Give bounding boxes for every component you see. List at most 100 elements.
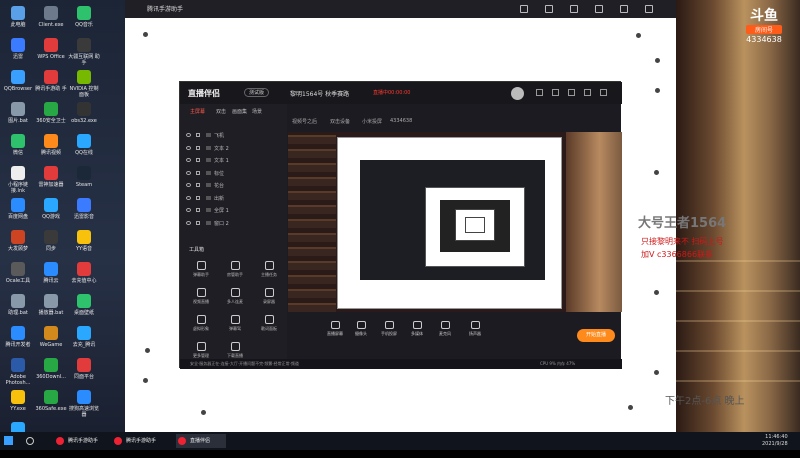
lock-icon[interactable] (196, 170, 200, 175)
app-icon (77, 262, 91, 276)
fullscreen-icon[interactable] (570, 5, 578, 13)
phone-cast-button[interactable]: 手机投屏 (376, 319, 402, 343)
desktop-icon[interactable]: 360Safe.exe (35, 388, 67, 426)
app-icon (44, 230, 58, 244)
desktop-icon[interactable]: 搜狗高速浏览器 (68, 388, 100, 426)
tool-button[interactable]: 录屏器 (254, 286, 284, 310)
version-badge: 测试版 (244, 88, 270, 97)
lock-icon[interactable] (196, 183, 200, 187)
window-title: 腾讯手游助手 (147, 6, 184, 13)
taskbar-item[interactable]: 直播伴侣 (176, 434, 226, 448)
status-bar: 安全·服务器正在·连接·大厅·开播问题不完·频繁·经常正常·频道 CPU 9% … (180, 359, 622, 369)
taskbar-item[interactable]: 腾讯手游助手 (112, 434, 168, 448)
dot (654, 370, 659, 375)
source-row[interactable]: 花台 (184, 180, 280, 191)
app-icon (44, 358, 58, 372)
close-icon[interactable] (645, 5, 653, 13)
eye-icon[interactable] (186, 208, 191, 212)
overlay-line1: 只接黎明来不 扫码上号 (641, 237, 724, 246)
eye-icon[interactable] (186, 158, 191, 162)
app-icon (11, 166, 25, 180)
eye-icon[interactable] (186, 195, 191, 200)
tool-button[interactable]: 主播任务 (254, 259, 284, 283)
dot (201, 410, 206, 415)
app-icon (44, 102, 58, 116)
tool-button[interactable]: 房管助手 (220, 259, 250, 283)
tool-icon (196, 315, 206, 324)
eye-icon[interactable] (186, 145, 191, 150)
app-icon (77, 38, 91, 52)
app-icon (77, 166, 91, 180)
app-icon (11, 390, 25, 404)
taskbar: 腾讯手游助手 腾讯手游助手 直播伴侣 11:46:40 2021/9/28 (0, 432, 800, 450)
tool-button[interactable]: 视频直播 (186, 286, 216, 310)
camera-icon (356, 321, 366, 329)
close-icon[interactable] (600, 89, 607, 96)
source-row[interactable]: 文本 1 (184, 155, 280, 166)
tool-button[interactable]: 多人连麦 (220, 286, 250, 310)
eye-icon[interactable] (186, 170, 191, 175)
tool-button[interactable]: 虚拟形象 (186, 313, 216, 337)
app-icon (44, 6, 58, 20)
lock-icon[interactable] (196, 158, 200, 162)
app-icon (44, 166, 58, 180)
eye-icon[interactable] (186, 183, 191, 187)
start-live-button[interactable]: 开始直播 (577, 329, 615, 342)
lock-icon[interactable] (196, 145, 200, 150)
tool-button[interactable]: 弹幕助手 (186, 259, 216, 283)
back-icon[interactable] (545, 5, 553, 13)
tab-scene[interactable]: 场景 (252, 108, 262, 115)
speaker-button[interactable]: 扬声器 (462, 319, 488, 343)
tool-icon (196, 261, 206, 270)
eye-icon[interactable] (186, 133, 191, 137)
source-row[interactable]: 窗口 2 (184, 218, 280, 229)
menu-icon[interactable] (568, 89, 575, 96)
lock-icon[interactable] (196, 208, 200, 212)
screen-button[interactable]: 直播屏幕 (322, 319, 348, 343)
tab-main[interactable]: 主屏幕 (190, 108, 205, 115)
tool-icon (196, 342, 206, 351)
app-icon (77, 358, 91, 372)
phone-icon (384, 321, 394, 329)
lock-icon[interactable] (196, 220, 200, 225)
source-row[interactable]: 飞机 (184, 130, 280, 141)
mic-button[interactable]: 麦克风 (432, 319, 458, 343)
taskbar-item[interactable]: 腾讯手游助手 (54, 434, 106, 448)
desktop: 此电脑 Client.exe QQ音乐 迅雷 WPS Office 大疆互联网 助手 QQB… (0, 0, 125, 444)
settings-icon[interactable] (595, 5, 603, 13)
app-icon (11, 6, 25, 20)
tool-button[interactable]: 歌词面板 (254, 313, 284, 337)
app-icon (77, 134, 91, 148)
app-icon (44, 326, 58, 340)
app-logo: 直播伴侣 (188, 89, 220, 98)
media-button[interactable]: 多媒体 (404, 319, 430, 343)
tool-icon (230, 315, 240, 324)
mail-icon[interactable] (552, 89, 559, 96)
gift-icon[interactable] (536, 89, 543, 96)
source-row[interactable]: 全屏 1 (184, 205, 280, 216)
app-icon (44, 134, 58, 148)
minimize-icon[interactable] (620, 5, 628, 13)
tab-scenes[interactable]: 画面集 (232, 108, 247, 115)
tool-button[interactable]: 弹幕驾 (220, 313, 250, 337)
camera-button[interactable]: 摄像头 (348, 319, 374, 343)
minimize-icon[interactable] (584, 89, 591, 96)
eye-icon[interactable] (186, 220, 191, 225)
app-icon (11, 294, 25, 308)
source-row[interactable]: 出新 (184, 193, 280, 204)
windows-start-icon[interactable] (4, 436, 13, 445)
control-bar: 直播屏幕 摄像头 手机投屏 多媒体 麦克风 扬声器 (288, 319, 622, 349)
source-icon (206, 145, 211, 150)
source-icon (206, 220, 211, 225)
search-icon[interactable] (26, 437, 34, 445)
avatar[interactable] (511, 87, 524, 100)
source-row[interactable]: 文本 2 (184, 143, 280, 154)
source-icon (206, 183, 211, 187)
system-clock: 11:46:40 2021/9/28 (762, 434, 788, 447)
menu-icon[interactable] (520, 5, 528, 13)
source-row[interactable]: 标位 (184, 168, 280, 179)
tab-double[interactable]: 双击 (216, 108, 226, 115)
lock-icon[interactable] (196, 195, 200, 200)
app-icon (44, 294, 58, 308)
lock-icon[interactable] (196, 133, 200, 137)
